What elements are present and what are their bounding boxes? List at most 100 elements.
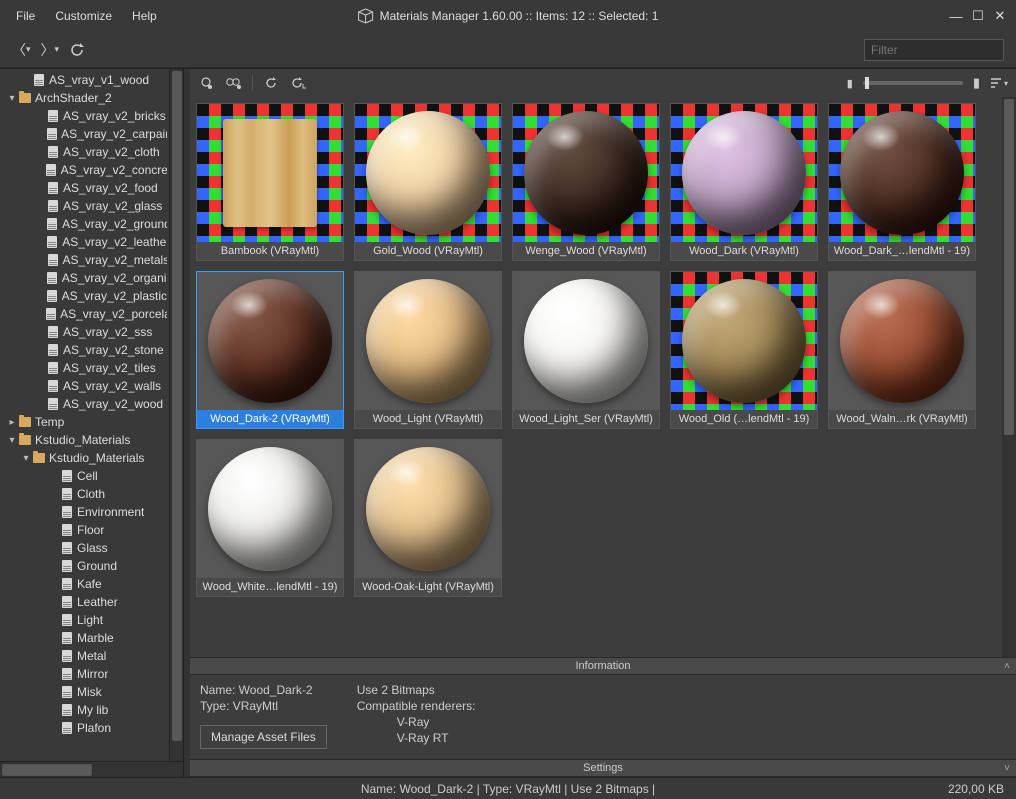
tree-item[interactable]: Glass xyxy=(0,539,169,557)
tree-item[interactable]: Light xyxy=(0,611,169,629)
menu-file[interactable]: File xyxy=(8,5,43,27)
tree-item[interactable]: ▾ArchShader_2 xyxy=(0,89,169,107)
file-icon xyxy=(60,632,74,644)
material-thumbnail[interactable]: Wood_Dark-2 (VRayMtl) xyxy=(196,271,344,429)
material-thumbnail[interactable]: Wood-Oak-Light (VRayMtl) xyxy=(354,439,502,597)
chevron-up-icon: ˄ xyxy=(1004,661,1010,672)
filter-input[interactable] xyxy=(864,39,1004,61)
material-thumbnail[interactable]: Bambook (VRayMtl) xyxy=(196,103,344,261)
tree-item[interactable]: Marble xyxy=(0,629,169,647)
tree-item[interactable]: ▾Kstudio_Materials xyxy=(0,431,169,449)
tree-item[interactable]: AS_vray_v2_ground xyxy=(0,215,169,233)
nav-toolbar: 〈▾ 〉▾ xyxy=(0,32,1016,68)
tree-item-label: AS_vray_v2_stone xyxy=(63,343,164,357)
file-icon xyxy=(60,596,74,608)
tree-item[interactable]: AS_vray_v2_concrete xyxy=(0,161,169,179)
tree-vertical-scrollbar[interactable] xyxy=(169,69,183,761)
tree-twist-icon[interactable]: ▾ xyxy=(6,93,18,104)
recycle-icon[interactable] xyxy=(263,75,279,91)
slider-plus-icon[interactable]: ▮ xyxy=(973,75,980,91)
material-thumbnail[interactable]: Wood_Waln…rk (VRayMtl) xyxy=(828,271,976,429)
tree-item[interactable]: AS_vray_v2_tiles xyxy=(0,359,169,377)
thumbnail-size-slider[interactable] xyxy=(863,81,963,85)
tree-item[interactable]: Cloth xyxy=(0,485,169,503)
maximize-button[interactable]: ☐ xyxy=(970,8,986,24)
file-icon xyxy=(60,578,74,590)
material-thumbnail[interactable]: Wood_Dark_…lendMtl - 19) xyxy=(828,103,976,261)
tree-item[interactable]: AS_vray_v2_food xyxy=(0,179,169,197)
material-thumbnail[interactable]: Wood_Dark (VRayMtl) xyxy=(670,103,818,261)
grid-vertical-scrollbar[interactable] xyxy=(1002,97,1016,657)
tree-twist-icon[interactable]: ▾ xyxy=(20,453,32,464)
tree-item-label: AS_vray_v2_ground xyxy=(62,217,167,231)
tree-item[interactable]: Mirror xyxy=(0,665,169,683)
thumbnail-preview xyxy=(671,272,817,410)
manage-asset-files-button[interactable]: Manage Asset Files xyxy=(200,725,327,749)
tree-item[interactable]: AS_vray_v2_cloth xyxy=(0,143,169,161)
tree-item[interactable]: Misk xyxy=(0,683,169,701)
refresh-button[interactable] xyxy=(69,42,85,58)
tree-item[interactable]: My lib xyxy=(0,701,169,719)
thumbnail-preview xyxy=(513,272,659,410)
tree-item[interactable]: AS_vray_v2_organic xyxy=(0,269,169,287)
material-thumbnail[interactable]: Wood_White…lendMtl - 19) xyxy=(196,439,344,597)
tree-item[interactable]: AS_vray_v2_plastics xyxy=(0,287,169,305)
file-icon xyxy=(46,236,60,248)
file-icon xyxy=(46,110,60,122)
tree-item[interactable]: ▸Temp xyxy=(0,413,169,431)
tree-horizontal-scrollbar[interactable] xyxy=(0,761,183,777)
tree-item[interactable]: AS_vray_v2_porcelain xyxy=(0,305,169,323)
tree-item[interactable]: Leather xyxy=(0,593,169,611)
tree-item[interactable]: AS_vray_v1_wood xyxy=(0,71,169,89)
thumbnail-preview xyxy=(513,104,659,242)
tree-twist-icon[interactable]: ▸ xyxy=(6,417,18,428)
tree-item[interactable]: Plafon xyxy=(0,719,169,737)
recycle-all-icon[interactable] xyxy=(289,75,307,91)
tree-item[interactable]: Cell xyxy=(0,467,169,485)
material-thumbnail[interactable]: Wood_Light (VRayMtl) xyxy=(354,271,502,429)
thumbnail-grid: Bambook (VRayMtl)Gold_Wood (VRayMtl)Weng… xyxy=(190,97,1002,657)
tree-item[interactable]: AS_vray_v2_glass xyxy=(0,197,169,215)
tree-twist-icon[interactable]: ▾ xyxy=(6,435,18,446)
tree-item-label: AS_vray_v2_food xyxy=(63,181,158,195)
minimize-button[interactable]: — xyxy=(948,9,964,24)
thumbnail-caption: Wood_Waln…rk (VRayMtl) xyxy=(829,410,975,428)
tree-item[interactable]: ▾Kstudio_Materials xyxy=(0,449,169,467)
tree-item[interactable]: AS_vray_v2_carpaint xyxy=(0,125,169,143)
material-thumbnail[interactable]: Wood_Light_Ser (VRayMtl) xyxy=(512,271,660,429)
assign-single-icon[interactable] xyxy=(198,75,214,91)
file-icon xyxy=(46,200,60,212)
tree-item[interactable]: AS_vray_v2_bricks xyxy=(0,107,169,125)
menu-help[interactable]: Help xyxy=(124,5,165,27)
settings-panel-header[interactable]: Settings ˅ xyxy=(190,759,1016,777)
tree-item[interactable]: AS_vray_v2_wood xyxy=(0,395,169,413)
tree-item[interactable]: Metal xyxy=(0,647,169,665)
information-panel: Name: Wood_Dark-2 Type: VRayMtl Manage A… xyxy=(190,675,1016,759)
tree-item[interactable]: AS_vray_v2_metals xyxy=(0,251,169,269)
tree-item-label: AS_vray_v2_bricks xyxy=(63,109,166,123)
tree-item[interactable]: AS_vray_v2_stone xyxy=(0,341,169,359)
menu-customize[interactable]: Customize xyxy=(47,5,120,27)
slider-minus-icon[interactable]: ▮ xyxy=(847,77,853,90)
tree-item[interactable]: AS_vray_v2_leather xyxy=(0,233,169,251)
forward-button[interactable]: 〉▾ xyxy=(41,40,60,60)
file-icon xyxy=(60,704,74,716)
tree-item[interactable]: AS_vray_v2_walls xyxy=(0,377,169,395)
material-thumbnail[interactable]: Gold_Wood (VRayMtl) xyxy=(354,103,502,261)
information-panel-header[interactable]: Information ˄ xyxy=(190,657,1016,675)
close-button[interactable]: ✕ xyxy=(992,8,1008,24)
assign-multi-icon[interactable] xyxy=(224,75,242,91)
tree-item[interactable]: Floor xyxy=(0,521,169,539)
tree-item[interactable]: Environment xyxy=(0,503,169,521)
thumbnail-preview xyxy=(197,104,343,242)
tree-item[interactable]: Ground xyxy=(0,557,169,575)
sort-button[interactable]: ▾ xyxy=(990,77,1008,89)
material-thumbnail[interactable]: Wenge_Wood (VRayMtl) xyxy=(512,103,660,261)
status-bar: Name: Wood_Dark-2 | Type: VRayMtl | Use … xyxy=(0,777,1016,799)
material-thumbnail[interactable]: Wood_Old (…lendMtl - 19) xyxy=(670,271,818,429)
info-type: Type: VRayMtl xyxy=(200,699,327,713)
back-button[interactable]: 〈▾ xyxy=(12,40,31,60)
tree-item[interactable]: AS_vray_v2_sss xyxy=(0,323,169,341)
tree-item[interactable]: Kafe xyxy=(0,575,169,593)
file-icon xyxy=(60,470,74,482)
